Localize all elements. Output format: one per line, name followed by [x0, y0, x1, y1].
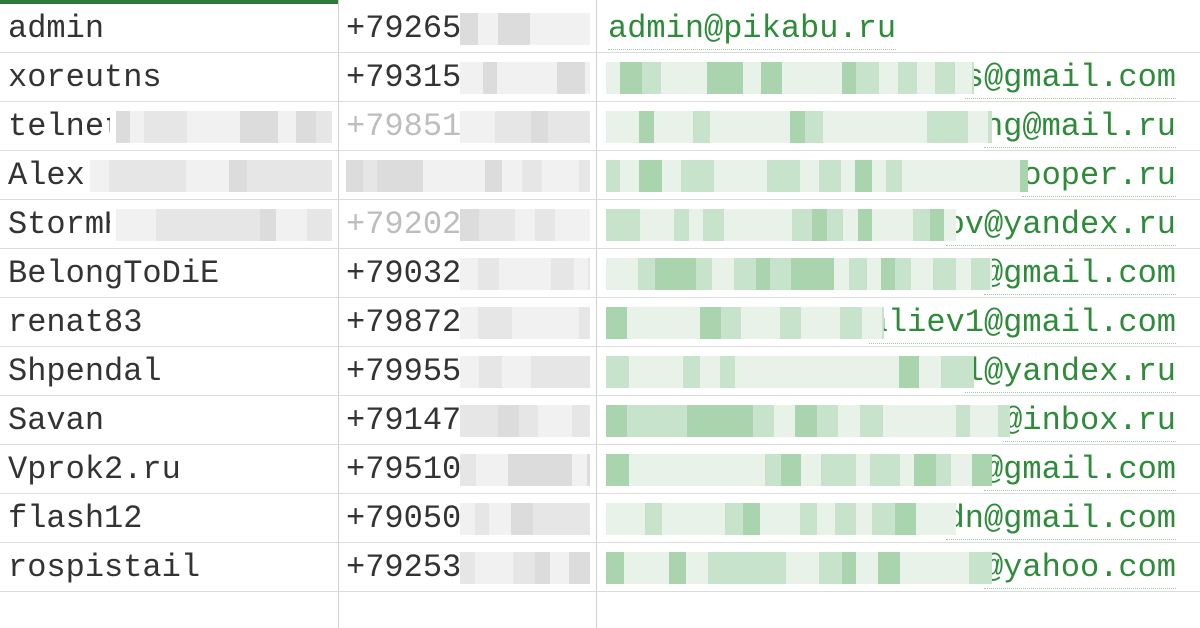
email-link[interactable]: s@gmail.com: [965, 59, 1176, 99]
table-row[interactable]: Shpendal+79955 l@yandex.ru: [0, 347, 1200, 396]
email-link[interactable]: admin@pikabu.ru: [608, 10, 896, 50]
cell-username[interactable]: StormHold: [8, 200, 338, 249]
cell-username[interactable]: xoreutns: [8, 53, 338, 102]
cell-username[interactable]: Shpendal: [8, 347, 338, 396]
cell-phone[interactable]: +79872: [346, 298, 596, 347]
cell-email[interactable]: s@gmail.com: [600, 53, 1190, 102]
cell-phone[interactable]: +79202: [346, 200, 596, 249]
table-row[interactable]: rospistail+79253 @yahoo.com: [0, 543, 1200, 592]
cell-phone[interactable]: +79032: [346, 249, 596, 298]
cell-phone[interactable]: +79265: [346, 4, 596, 53]
cell-username[interactable]: flash12: [8, 494, 338, 543]
cell-email[interactable]: l@yandex.ru: [600, 347, 1190, 396]
cell-username[interactable]: rospistail: [8, 543, 338, 592]
cell-phone[interactable]: +79955: [346, 347, 596, 396]
cell-username[interactable]: renat83: [8, 298, 338, 347]
table-row[interactable]: Alex ooper.ru: [0, 151, 1200, 200]
email-link[interactable]: ng@mail.ru: [984, 108, 1176, 148]
cell-username[interactable]: Alex: [8, 151, 338, 200]
cell-email[interactable]: ov@yandex.ru: [600, 200, 1190, 249]
cell-phone[interactable]: +79851: [346, 102, 596, 151]
cell-phone[interactable]: +79510: [346, 445, 596, 494]
cell-email[interactable]: @yahoo.com: [600, 543, 1190, 592]
cell-username[interactable]: Savan: [8, 396, 338, 445]
cell-username[interactable]: admin: [8, 4, 338, 53]
email-link[interactable]: ov@yandex.ru: [946, 206, 1176, 246]
cell-email[interactable]: dn@gmail.com: [600, 494, 1190, 543]
email-link[interactable]: ooper.ru: [1022, 157, 1176, 197]
cell-phone[interactable]: +79050: [346, 494, 596, 543]
cell-email[interactable]: ooper.ru: [600, 151, 1190, 200]
cell-email[interactable]: @inbox.ru: [600, 396, 1190, 445]
cell-email[interactable]: ng@mail.ru: [600, 102, 1190, 151]
table-row[interactable]: flash12+79050 dn@gmail.com: [0, 494, 1200, 543]
table-row[interactable]: Savan+79147 @inbox.ru: [0, 396, 1200, 445]
table-row[interactable]: renat83+79872 aliev1@gmail.com: [0, 298, 1200, 347]
cell-phone[interactable]: [346, 151, 596, 200]
cell-username[interactable]: Vprok2.ru: [8, 445, 338, 494]
email-link[interactable]: aliev1@gmail.com: [869, 304, 1176, 344]
spreadsheet-view: admin+79265admin@pikabu.ruxoreutns+79315…: [0, 0, 1200, 628]
email-link[interactable]: @yahoo.com: [984, 549, 1176, 589]
email-link[interactable]: dn@gmail.com: [946, 500, 1176, 540]
cell-phone[interactable]: +79147: [346, 396, 596, 445]
cell-phone[interactable]: +79253: [346, 543, 596, 592]
cell-email[interactable]: aliev1@gmail.com: [600, 298, 1190, 347]
table-row[interactable]: BelongToDiE+79032 @gmail.com: [0, 249, 1200, 298]
cell-username[interactable]: BelongToDiE: [8, 249, 338, 298]
table-row[interactable]: telneting+79851 ng@mail.ru: [0, 102, 1200, 151]
email-link[interactable]: @gmail.com: [984, 451, 1176, 491]
table-row[interactable]: Vprok2.ru+79510 @gmail.com: [0, 445, 1200, 494]
cell-email[interactable]: @gmail.com: [600, 445, 1190, 494]
table-row[interactable]: StormHold+79202 ov@yandex.ru: [0, 200, 1200, 249]
email-link[interactable]: @gmail.com: [984, 255, 1176, 295]
cell-email[interactable]: @gmail.com: [600, 249, 1190, 298]
table-row[interactable]: admin+79265 admin@pikabu.ru: [0, 4, 1200, 53]
table-row[interactable]: xoreutns+79315 s@gmail.com: [0, 53, 1200, 102]
email-link[interactable]: l@yandex.ru: [965, 353, 1176, 393]
cell-phone[interactable]: +79315: [346, 53, 596, 102]
cell-username[interactable]: telneting: [8, 102, 338, 151]
cell-email[interactable]: admin@pikabu.ru: [600, 4, 1190, 53]
email-link[interactable]: @inbox.ru: [1003, 402, 1176, 442]
